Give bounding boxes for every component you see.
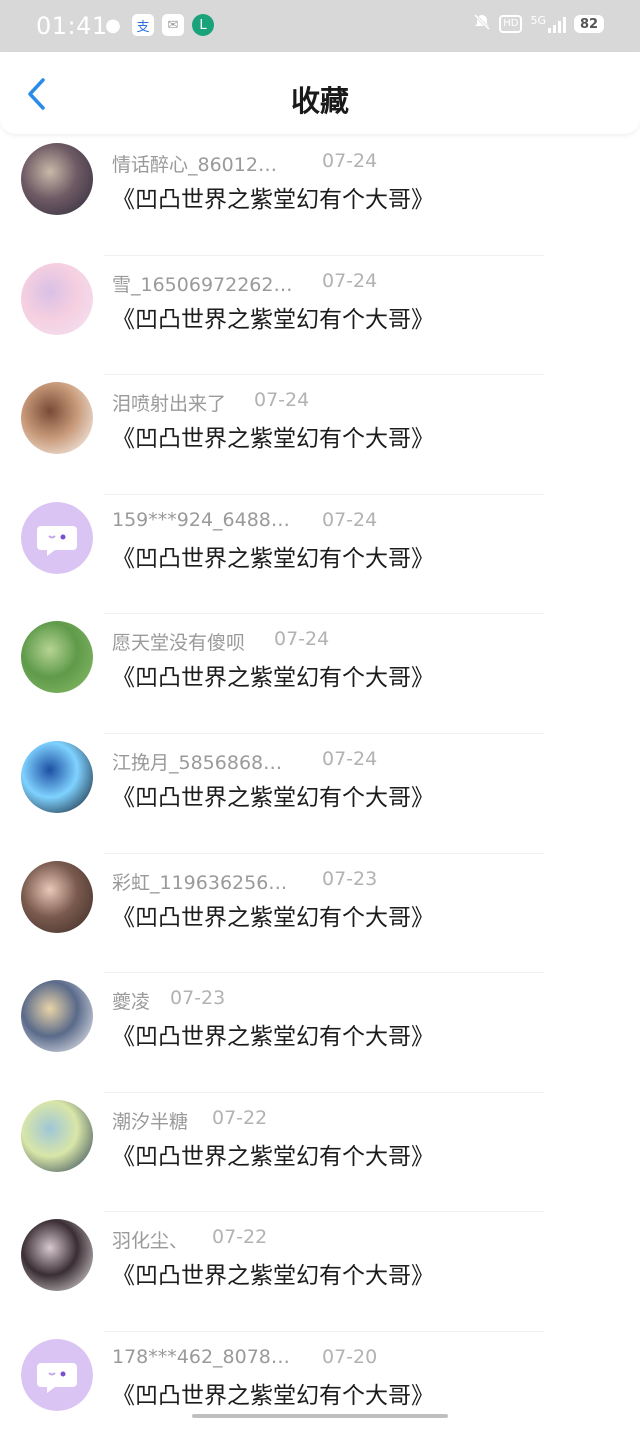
date: 07-23 xyxy=(170,987,225,1009)
avatar[interactable] xyxy=(21,1339,93,1411)
item-meta: 情话醉心_86012… 07-24 xyxy=(112,150,532,174)
avatar[interactable] xyxy=(21,980,93,1052)
mail-icon: ✉ xyxy=(162,14,184,36)
username[interactable]: 泪喷射出来了 xyxy=(112,389,226,416)
username[interactable]: 159***924_6488… xyxy=(112,509,290,531)
avatar[interactable] xyxy=(21,263,93,335)
item-title[interactable]: 《凹凸世界之紫堂幻有个大哥》 xyxy=(112,1256,434,1290)
username[interactable]: 潮汐半糖 xyxy=(112,1107,188,1134)
app-l-icon: L xyxy=(192,14,214,36)
username[interactable]: 178***462_8078… xyxy=(112,1346,290,1368)
avatar[interactable] xyxy=(21,861,93,933)
date: 07-22 xyxy=(212,1226,267,1248)
list-item[interactable]: 羽化尘、 07-22 《凹凸世界之紫堂幻有个大哥》 xyxy=(0,1212,640,1332)
mute-icon xyxy=(473,13,491,35)
chat-bubble-icon xyxy=(21,502,93,574)
hd-icon: HD xyxy=(499,15,522,33)
item-meta: 夔凌 07-23 xyxy=(112,987,532,1011)
item-title[interactable]: 《凹凸世界之紫堂幻有个大哥》 xyxy=(112,1017,434,1051)
item-title[interactable]: 《凹凸世界之紫堂幻有个大哥》 xyxy=(112,300,434,334)
home-indicator[interactable] xyxy=(192,1414,448,1418)
username[interactable]: 情话醉心_86012… xyxy=(112,150,277,177)
app-header: 收藏 xyxy=(0,52,640,134)
item-title[interactable]: 《凹凸世界之紫堂幻有个大哥》 xyxy=(112,1376,434,1410)
battery-icon: 82 xyxy=(574,15,604,33)
item-meta: 雪_16506972262… 07-24 xyxy=(112,270,532,294)
username[interactable]: 雪_16506972262… xyxy=(112,270,292,297)
list-item[interactable]: 178***462_8078… 07-20 《凹凸世界之紫堂幻有个大哥》 xyxy=(0,1332,640,1452)
signal-icon xyxy=(548,15,566,33)
avatar[interactable] xyxy=(21,621,93,693)
battery-level: 82 xyxy=(580,17,598,32)
username[interactable]: 愿天堂没有傻呗 xyxy=(112,628,245,655)
date: 07-24 xyxy=(322,270,377,292)
date: 07-22 xyxy=(212,1107,267,1129)
item-meta: 彩虹_119636256… 07-23 xyxy=(112,868,532,892)
date: 07-20 xyxy=(322,1346,377,1368)
item-meta: 159***924_6488… 07-24 xyxy=(112,509,532,533)
item-title[interactable]: 《凹凸世界之紫堂幻有个大哥》 xyxy=(112,658,434,692)
list-item[interactable]: 情话醉心_86012… 07-24 《凹凸世界之紫堂幻有个大哥》 xyxy=(0,136,640,256)
date: 07-24 xyxy=(322,748,377,770)
list-item[interactable]: 159***924_6488… 07-24 《凹凸世界之紫堂幻有个大哥》 xyxy=(0,495,640,615)
list-item[interactable]: 江挽月_5856868… 07-24 《凹凸世界之紫堂幻有个大哥》 xyxy=(0,734,640,854)
status-time: 01:41 xyxy=(36,12,108,40)
alipay-icon: 支 xyxy=(132,14,154,36)
avatar[interactable] xyxy=(21,741,93,813)
item-meta: 愿天堂没有傻呗 07-24 xyxy=(112,628,532,652)
status-app-icons: ● 支 ✉ L xyxy=(102,14,214,36)
status-bar: 01:41 ● 支 ✉ L HD 5G 82 xyxy=(0,0,640,52)
avatar[interactable] xyxy=(21,1219,93,1291)
list-item[interactable]: 夔凌 07-23 《凹凸世界之紫堂幻有个大哥》 xyxy=(0,973,640,1093)
avatar[interactable] xyxy=(21,502,93,574)
date: 07-23 xyxy=(322,868,377,890)
list-item[interactable]: 愿天堂没有傻呗 07-24 《凹凸世界之紫堂幻有个大哥》 xyxy=(0,614,640,734)
wechat-icon: ● xyxy=(102,14,124,36)
item-title[interactable]: 《凹凸世界之紫堂幻有个大哥》 xyxy=(112,778,434,812)
item-meta: 潮汐半糖 07-22 xyxy=(112,1107,532,1131)
item-title[interactable]: 《凹凸世界之紫堂幻有个大哥》 xyxy=(112,898,434,932)
username[interactable]: 江挽月_5856868… xyxy=(112,748,282,775)
item-meta: 泪喷射出来了 07-24 xyxy=(112,389,532,413)
list-item[interactable]: 泪喷射出来了 07-24 《凹凸世界之紫堂幻有个大哥》 xyxy=(0,375,640,495)
list-item[interactable]: 雪_16506972262… 07-24 《凹凸世界之紫堂幻有个大哥》 xyxy=(0,256,640,376)
avatar[interactable] xyxy=(21,1100,93,1172)
item-title[interactable]: 《凹凸世界之紫堂幻有个大哥》 xyxy=(112,180,434,214)
item-meta: 羽化尘、 07-22 xyxy=(112,1226,532,1250)
list-item[interactable]: 彩虹_119636256… 07-23 《凹凸世界之紫堂幻有个大哥》 xyxy=(0,854,640,974)
date: 07-24 xyxy=(322,509,377,531)
network-label: 5G xyxy=(530,14,546,27)
item-title[interactable]: 《凹凸世界之紫堂幻有个大哥》 xyxy=(112,419,434,453)
username[interactable]: 彩虹_119636256… xyxy=(112,868,287,895)
list-item[interactable]: 潮汐半糖 07-22 《凹凸世界之紫堂幻有个大哥》 xyxy=(0,1093,640,1213)
date: 07-24 xyxy=(322,150,377,172)
avatar[interactable] xyxy=(21,382,93,454)
item-title[interactable]: 《凹凸世界之紫堂幻有个大哥》 xyxy=(112,1137,434,1171)
status-indicators: HD 5G 82 xyxy=(473,13,604,35)
avatar[interactable] xyxy=(21,143,93,215)
favorites-list: 情话醉心_86012…07-24《凹凸世界之紫堂幻有个大哥》雪_16506972… xyxy=(0,136,640,1452)
item-meta: 178***462_8078… 07-20 xyxy=(112,1346,532,1370)
item-meta: 江挽月_5856868… 07-24 xyxy=(112,748,532,772)
item-title[interactable]: 《凹凸世界之紫堂幻有个大哥》 xyxy=(112,539,434,573)
page-title: 收藏 xyxy=(0,78,640,120)
date: 07-24 xyxy=(274,628,329,650)
date: 07-24 xyxy=(254,389,309,411)
username[interactable]: 羽化尘、 xyxy=(112,1226,188,1253)
username[interactable]: 夔凌 xyxy=(112,987,150,1014)
chat-bubble-icon xyxy=(21,1339,93,1411)
